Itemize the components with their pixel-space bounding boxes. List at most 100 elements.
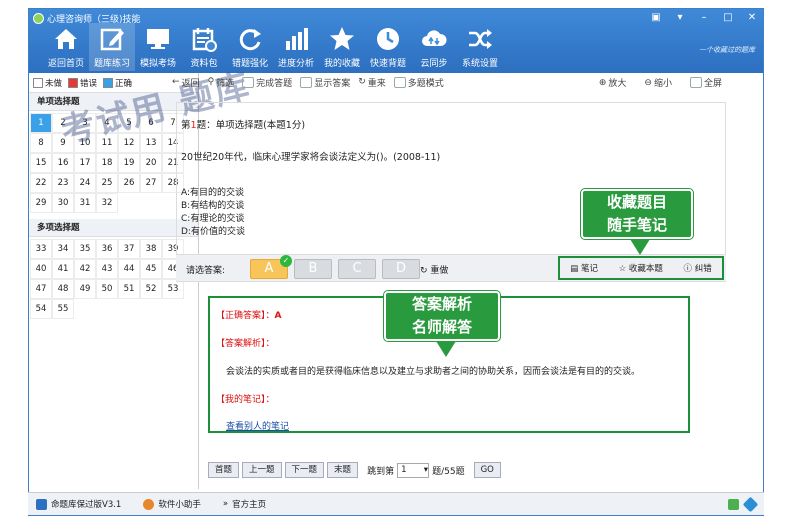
restore-icon[interactable]: ▣ bbox=[649, 12, 663, 23]
question-index-cell[interactable]: 6 bbox=[140, 113, 162, 133]
question-index-cell[interactable]: 23 bbox=[52, 173, 74, 193]
filter-button[interactable]: ⚲ 筛选 bbox=[208, 76, 235, 89]
report-error-label: 纠错 bbox=[694, 264, 712, 274]
question-index-cell[interactable]: 45 bbox=[140, 259, 162, 279]
answer-a-button[interactable]: A ✓ bbox=[250, 255, 292, 279]
question-index-cell[interactable]: 10 bbox=[74, 133, 96, 153]
question-index-cell[interactable]: 42 bbox=[74, 259, 96, 279]
question-index-cell[interactable]: 11 bbox=[96, 133, 118, 153]
fullscreen-button[interactable]: 全屏 bbox=[689, 76, 722, 89]
show-answer-button[interactable]: 显示答案 bbox=[300, 76, 350, 89]
question-index-cell[interactable]: 52 bbox=[140, 279, 162, 299]
question-index-cell[interactable]: 5 bbox=[118, 113, 140, 133]
question-index-cell[interactable]: 49 bbox=[74, 279, 96, 299]
note-button[interactable]: ▤ 笔记 bbox=[570, 262, 598, 274]
question-index-cell[interactable]: 40 bbox=[30, 259, 52, 279]
prev-question-button[interactable]: 上一题 bbox=[242, 462, 282, 478]
question-index-cell[interactable]: 26 bbox=[118, 173, 140, 193]
question-index-cell[interactable]: 4 bbox=[96, 113, 118, 133]
question-index-cell[interactable]: 55 bbox=[52, 299, 74, 319]
question-index-cell[interactable]: 44 bbox=[118, 259, 140, 279]
question-index-cell[interactable]: 16 bbox=[52, 153, 74, 173]
helper-item[interactable]: 软件小助手 bbox=[143, 498, 201, 510]
nav-progress[interactable]: 进度分析 bbox=[273, 23, 319, 71]
next-question-button[interactable]: 下一题 bbox=[284, 462, 325, 478]
nav-quick[interactable]: 快速背题 bbox=[365, 23, 411, 71]
close-icon[interactable]: ✕ bbox=[745, 12, 759, 23]
question-index-cell[interactable]: 34 bbox=[52, 239, 74, 259]
redo-button[interactable]: ↻ 重做 bbox=[420, 263, 448, 276]
question-index-cell[interactable]: 29 bbox=[30, 193, 52, 213]
last-question-button[interactable]: 末题 bbox=[327, 462, 359, 478]
go-button[interactable]: GO bbox=[473, 462, 501, 478]
question-index-cell[interactable]: 9 bbox=[52, 133, 74, 153]
question-index-cell[interactable]: 53 bbox=[162, 279, 184, 299]
nav-materials[interactable]: 资料包 bbox=[181, 23, 227, 71]
question-index-cell[interactable]: 47 bbox=[30, 279, 52, 299]
question-index-cell[interactable]: 20 bbox=[140, 153, 162, 173]
report-error-button[interactable]: ⓘ 纠错 bbox=[684, 262, 712, 274]
question-index-cell[interactable]: 24 bbox=[74, 173, 96, 193]
nav-wrong[interactable]: 错题强化 bbox=[227, 23, 273, 71]
nav-cloud[interactable]: 云同步 bbox=[411, 23, 457, 71]
homepage-item[interactable]: » 官方主页 bbox=[223, 498, 266, 510]
zoom-in-button[interactable]: ⊕ 放大 bbox=[599, 76, 627, 90]
question-index-cell[interactable]: 38 bbox=[140, 239, 162, 259]
option-d: D:有价值的交谈 bbox=[181, 227, 245, 237]
nav-home[interactable]: 返回首页 bbox=[43, 23, 89, 71]
nav-settings[interactable]: 系统设置 bbox=[457, 23, 503, 71]
question-index-cell[interactable]: 50 bbox=[96, 279, 118, 299]
first-question-button[interactable]: 首题 bbox=[208, 462, 240, 478]
question-index-cell[interactable]: 25 bbox=[96, 173, 118, 193]
question-index-cell[interactable]: 12 bbox=[118, 133, 140, 153]
edition-item[interactable]: 命题库保过版V3.1 bbox=[36, 498, 121, 510]
question-index-cell[interactable]: 3 bbox=[74, 113, 96, 133]
question-index-cell[interactable]: 1 bbox=[30, 113, 52, 133]
question-index-cell[interactable]: 17 bbox=[74, 153, 96, 173]
nav-practice-label: 题库练习 bbox=[93, 59, 130, 69]
share-icon[interactable] bbox=[742, 496, 759, 512]
nav-exam[interactable]: 模拟考场 bbox=[135, 23, 181, 71]
question-index-cell[interactable]: 36 bbox=[96, 239, 118, 259]
answer-b-button[interactable]: B bbox=[294, 259, 332, 279]
question-index-cell[interactable]: 19 bbox=[118, 153, 140, 173]
menu-icon[interactable]: ▾ bbox=[673, 12, 687, 23]
restart-button[interactable]: ↻ 重来 bbox=[358, 76, 386, 89]
question-index-cell[interactable]: 33 bbox=[30, 239, 52, 259]
back-button[interactable]: ← 返回 bbox=[172, 76, 200, 89]
question-index-cell[interactable]: 15 bbox=[30, 153, 52, 173]
view-others-notes-link[interactable]: 查看别人的笔记 bbox=[226, 419, 289, 432]
question-index-cell[interactable]: 41 bbox=[52, 259, 74, 279]
question-index-cell[interactable]: 27 bbox=[140, 173, 162, 193]
question-index-cell[interactable]: 13 bbox=[140, 133, 162, 153]
zoom-in-label: 放大 bbox=[608, 79, 627, 89]
multi-mode-button[interactable]: 多题模式 bbox=[393, 76, 444, 89]
question-index-cell[interactable]: 18 bbox=[96, 153, 118, 173]
answer-d-button[interactable]: D bbox=[382, 259, 420, 279]
minimize-icon[interactable]: – bbox=[697, 12, 711, 23]
callout-2-line-1: 答案解析 bbox=[411, 295, 472, 313]
nav-practice[interactable]: 题库练习 bbox=[89, 23, 135, 71]
question-index-cell[interactable]: 43 bbox=[96, 259, 118, 279]
question-index-cell[interactable]: 22 bbox=[30, 173, 52, 193]
fullscreen-icon bbox=[689, 77, 702, 88]
stats-icon[interactable] bbox=[728, 498, 739, 510]
jump-select[interactable]: 1 ▾ bbox=[397, 462, 430, 478]
finish-button[interactable]: 完成答题 bbox=[242, 76, 292, 89]
callout-2-pointer bbox=[436, 341, 456, 357]
question-index-cell[interactable]: 2 bbox=[52, 113, 74, 133]
question-index-cell[interactable]: 54 bbox=[30, 299, 52, 319]
zoom-out-button[interactable]: ⊖ 缩小 bbox=[644, 76, 672, 90]
nav-favorites[interactable]: 我的收藏 bbox=[319, 23, 365, 71]
maximize-icon[interactable]: □ bbox=[721, 12, 735, 23]
question-index-cell[interactable]: 51 bbox=[118, 279, 140, 299]
question-index-cell[interactable]: 31 bbox=[74, 193, 96, 213]
question-index-cell[interactable]: 8 bbox=[30, 133, 52, 153]
question-index-cell[interactable]: 32 bbox=[96, 193, 118, 213]
favorite-button[interactable]: ☆ 收藏本题 bbox=[619, 262, 663, 274]
answer-c-button[interactable]: C bbox=[338, 259, 376, 279]
question-index-cell[interactable]: 35 bbox=[74, 239, 96, 259]
question-index-cell[interactable]: 48 bbox=[52, 279, 74, 299]
question-index-cell[interactable]: 37 bbox=[118, 239, 140, 259]
question-index-cell[interactable]: 30 bbox=[52, 193, 74, 213]
